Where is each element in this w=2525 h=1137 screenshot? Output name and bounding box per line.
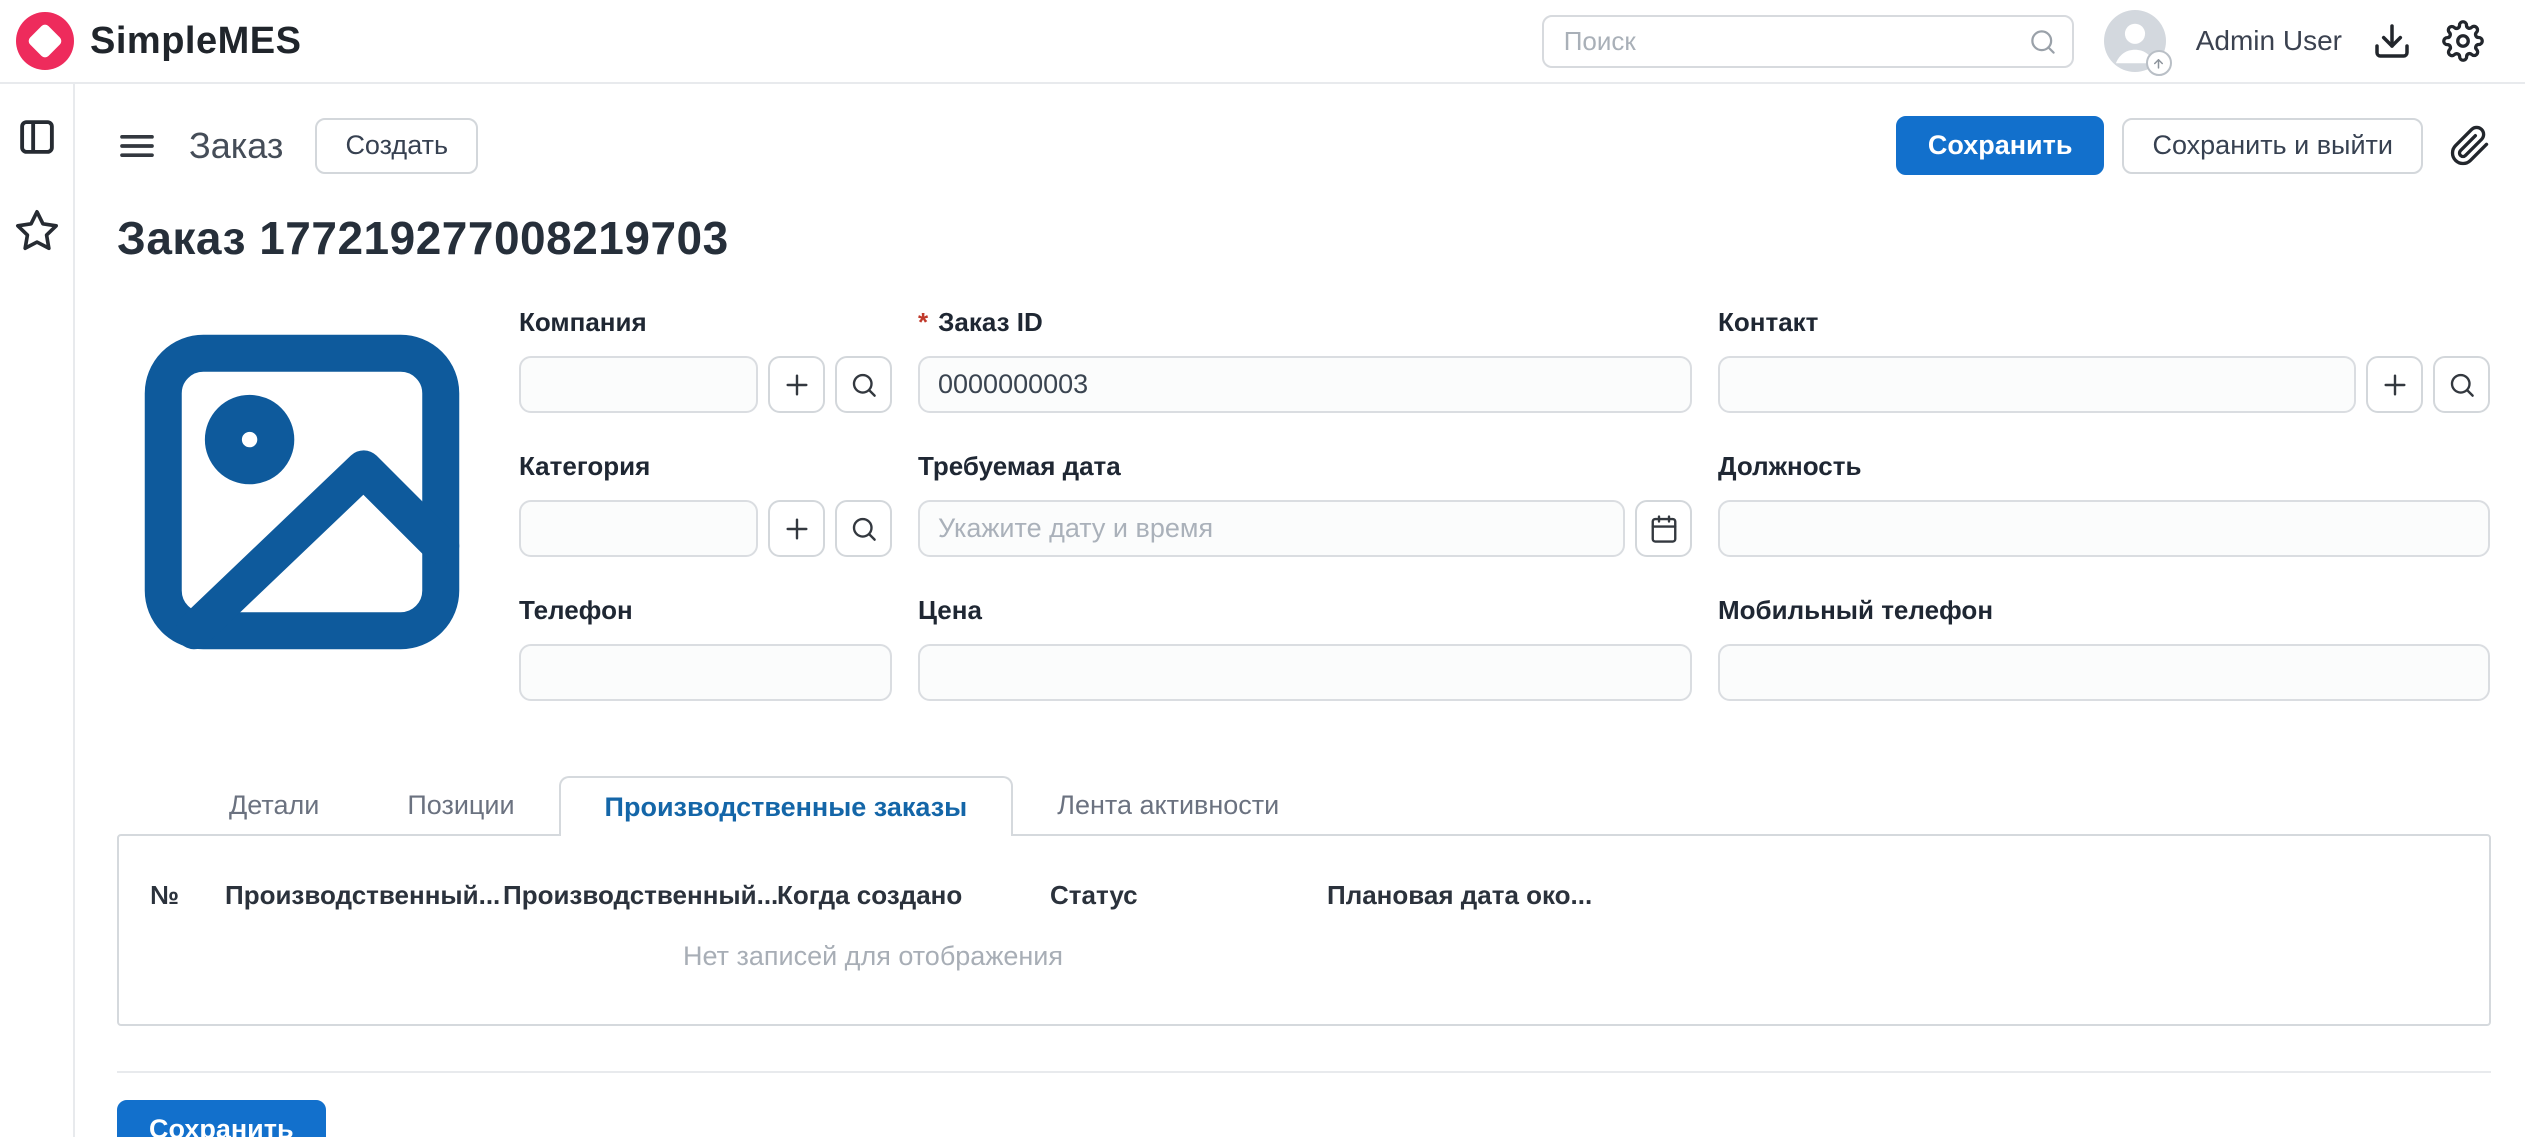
- field-label: Мобильный телефон: [1718, 595, 2490, 626]
- panel-toggle-icon: [16, 116, 58, 158]
- footer-divider: [117, 1071, 2491, 1073]
- field-label: Заказ ID: [938, 307, 1043, 338]
- save-and-exit-button[interactable]: Сохранить и выйти: [2122, 118, 2423, 174]
- column-status[interactable]: Статус: [1050, 880, 1327, 911]
- contact-add-button[interactable]: [2366, 356, 2423, 413]
- save-button[interactable]: Сохранить: [1896, 116, 2105, 175]
- sidebar: [0, 84, 75, 1137]
- upload-photo-icon[interactable]: [2146, 50, 2172, 76]
- field-label: Требуемая дата: [918, 451, 1692, 482]
- hamburger-icon: [117, 126, 157, 166]
- field-phone: Телефон: [519, 595, 892, 701]
- field-required-date: Требуемая дата: [918, 451, 1692, 557]
- search-icon: [849, 514, 879, 544]
- column-number[interactable]: №: [150, 880, 225, 911]
- empty-table-message: Нет записей для отображения: [119, 941, 2489, 1012]
- category-add-button[interactable]: [768, 500, 825, 557]
- plus-icon: [2379, 369, 2411, 401]
- settings-button[interactable]: [2442, 20, 2484, 62]
- company-input[interactable]: [519, 356, 758, 413]
- record-toolbar: Заказ Создать Сохранить Сохранить и выйт…: [117, 116, 2491, 175]
- plus-icon: [781, 369, 813, 401]
- position-input[interactable]: [1718, 500, 2490, 557]
- field-label: Телефон: [519, 595, 892, 626]
- column-production-2[interactable]: Производственный...: [503, 880, 777, 911]
- tab-production-orders[interactable]: Производственные заказы: [559, 776, 1014, 836]
- search-icon: [2028, 27, 2058, 57]
- field-contact: Контакт: [1718, 307, 2490, 413]
- field-price: Цена: [918, 595, 1692, 701]
- required-date-input[interactable]: [918, 500, 1625, 557]
- main-content: Заказ Создать Сохранить Сохранить и выйт…: [75, 84, 2525, 1137]
- column-production-1[interactable]: Производственный...: [225, 880, 503, 911]
- menu-button[interactable]: [117, 126, 157, 166]
- column-created[interactable]: Когда создано: [777, 880, 1050, 911]
- download-button[interactable]: [2372, 21, 2412, 61]
- gear-icon: [2442, 20, 2484, 62]
- brand-name: SimpleMES: [90, 20, 301, 63]
- field-label: Должность: [1718, 451, 2490, 482]
- search-input[interactable]: [1542, 15, 2074, 68]
- date-picker-button[interactable]: [1635, 500, 1692, 557]
- field-category: Категория: [519, 451, 892, 557]
- required-mark: *: [918, 307, 928, 338]
- global-search: [1542, 15, 2074, 68]
- contact-input[interactable]: [1718, 356, 2356, 413]
- mobile-input[interactable]: [1718, 644, 2490, 701]
- star-icon: [14, 208, 60, 254]
- company-add-button[interactable]: [768, 356, 825, 413]
- category-input[interactable]: [519, 500, 758, 557]
- field-label: Категория: [519, 451, 892, 482]
- page-title: Заказ 177219277008219703: [117, 211, 2491, 265]
- image-placeholder-icon[interactable]: [117, 307, 487, 677]
- field-position: Должность: [1718, 451, 2490, 557]
- avatar[interactable]: [2104, 10, 2166, 72]
- topbar: SimpleMES Admin User: [0, 0, 2525, 84]
- create-button[interactable]: Создать: [315, 118, 478, 174]
- field-label: Цена: [918, 595, 1692, 626]
- company-lookup-button[interactable]: [835, 356, 892, 413]
- field-label: Контакт: [1718, 307, 2490, 338]
- entity-title: Заказ: [189, 125, 283, 167]
- phone-input[interactable]: [519, 644, 892, 701]
- field-order-id: * Заказ ID: [918, 307, 1692, 413]
- field-mobile: Мобильный телефон: [1718, 595, 2490, 701]
- field-label: Компания: [519, 307, 892, 338]
- brand: SimpleMES: [16, 12, 301, 70]
- tab-positions[interactable]: Позиции: [363, 777, 558, 834]
- download-icon: [2372, 21, 2412, 61]
- calendar-icon: [1649, 514, 1679, 544]
- brand-logo-icon: [16, 12, 74, 70]
- production-orders-panel: № Производственный... Производственный..…: [117, 834, 2491, 1026]
- tab-activity-feed[interactable]: Лента активности: [1013, 777, 1323, 834]
- search-icon: [2447, 370, 2477, 400]
- contact-lookup-button[interactable]: [2433, 356, 2490, 413]
- category-lookup-button[interactable]: [835, 500, 892, 557]
- column-planned-end-date[interactable]: Плановая дата око...: [1327, 880, 2489, 911]
- table-header: № Производственный... Производственный..…: [119, 836, 2489, 911]
- tab-bar: Детали Позиции Производственные заказы Л…: [117, 776, 2491, 834]
- attachments-button[interactable]: [2449, 125, 2491, 167]
- favorite-button[interactable]: [14, 208, 60, 254]
- order-id-input[interactable]: [918, 356, 1692, 413]
- price-input[interactable]: [918, 644, 1692, 701]
- field-company: Компания: [519, 307, 892, 413]
- footer-save-button[interactable]: Сохранить: [117, 1100, 326, 1137]
- order-form: Компания * Заказ ID: [117, 307, 2491, 701]
- plus-icon: [781, 513, 813, 545]
- user-name: Admin User: [2196, 25, 2342, 57]
- tab-details[interactable]: Детали: [185, 777, 363, 834]
- paperclip-icon: [2449, 125, 2491, 167]
- sidebar-toggle-button[interactable]: [16, 116, 58, 158]
- search-icon: [849, 370, 879, 400]
